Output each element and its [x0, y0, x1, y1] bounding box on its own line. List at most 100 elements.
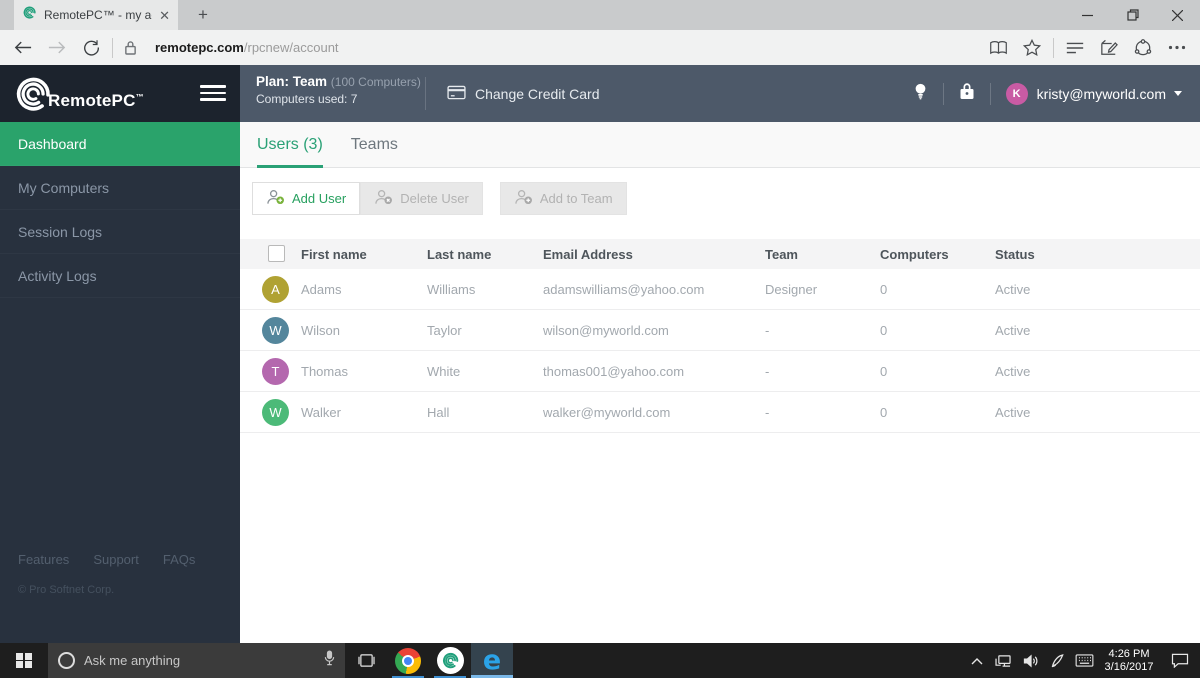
security-lock-icon[interactable]: [959, 82, 975, 105]
more-options-icon[interactable]: [1160, 33, 1194, 63]
account-email[interactable]: kristy@myworld.com: [1037, 86, 1166, 102]
url-field[interactable]: remotepc.com/rpcnew/account: [155, 40, 981, 55]
windows-logo-icon: [16, 652, 32, 669]
users-table: First name Last name Email Address Team Comp…: [240, 239, 1200, 433]
footer-link-faqs[interactable]: FAQs: [163, 552, 196, 567]
sidebar-item-session-logs[interactable]: Session Logs: [0, 210, 240, 254]
taskbar-clock[interactable]: 4:26 PM 3/16/2017: [1098, 647, 1160, 674]
search-placeholder: Ask me anything: [84, 653, 181, 668]
cell-computers: 0: [880, 282, 888, 297]
cell-last: Taylor: [427, 323, 462, 338]
sidebar-footer-links: Features Support FAQs: [18, 552, 195, 567]
microphone-icon[interactable]: [324, 650, 335, 671]
sidebar-item-my-computers[interactable]: My Computers: [0, 166, 240, 210]
screen: RemotePC™ - my accou ✕ +: [0, 0, 1200, 678]
logo-text: RemotePC™: [48, 90, 144, 110]
cell-computers: 0: [880, 405, 888, 420]
lock-icon: [117, 33, 143, 63]
url-path: /rpcnew/account: [243, 40, 339, 55]
chrome-taskbar-icon[interactable]: [387, 643, 429, 678]
column-header: Status: [995, 247, 1035, 262]
share-icon[interactable]: [1126, 33, 1160, 63]
remotepc-taskbar-icon[interactable]: [429, 643, 471, 678]
column-header: Team: [765, 247, 798, 262]
app-header: RemotePC™ Plan: Team (100 Computers) Com…: [0, 65, 1200, 122]
favorites-star-icon[interactable]: [1015, 33, 1049, 63]
plan-detail: (100 Computers): [330, 75, 421, 89]
main-content: Users (3) Teams Add User Delete User Add …: [240, 122, 1200, 643]
sidebar-item-dashboard[interactable]: Dashboard: [0, 122, 240, 166]
cell-first: Thomas: [301, 364, 348, 379]
cell-team: Designer: [765, 282, 818, 297]
reading-view-icon[interactable]: [981, 33, 1015, 63]
column-header: Computers: [880, 247, 949, 262]
restore-button[interactable]: [1110, 0, 1155, 30]
add-user-icon: [266, 189, 285, 208]
hub-icon[interactable]: [1058, 33, 1092, 63]
sidebar-item-activity-logs[interactable]: Activity Logs: [0, 254, 240, 298]
cell-last: Hall: [427, 405, 450, 420]
cell-last: White: [427, 364, 461, 379]
task-view-button[interactable]: [345, 643, 387, 678]
copyright: © Pro Softnet Corp.: [18, 584, 115, 596]
touch-keyboard-icon[interactable]: [1071, 643, 1098, 678]
minimize-button[interactable]: [1065, 0, 1110, 30]
table-row[interactable]: W Wilson Taylor wilson@myworld.com - 0 Active: [240, 310, 1200, 351]
cell-computers: 0: [880, 364, 888, 379]
credit-card-icon: [447, 85, 466, 103]
clock-time: 4:26 PM: [1108, 648, 1150, 660]
volume-icon[interactable]: [1017, 643, 1044, 678]
cell-team: -: [765, 405, 770, 420]
tab-title: RemotePC™ - my accou: [44, 8, 152, 22]
column-header: First name: [301, 247, 367, 262]
start-button[interactable]: [0, 643, 48, 678]
new-tab-button[interactable]: +: [186, 0, 220, 30]
table-row[interactable]: A Adams Williams adamswilliams@yahoo.com Des…: [240, 269, 1200, 310]
menu-hamburger-icon[interactable]: [200, 83, 226, 103]
table-row[interactable]: T Thomas White thomas001@yahoo.com - 0 Active: [240, 351, 1200, 392]
cell-status: Active: [995, 323, 1031, 338]
divider: [112, 37, 113, 58]
remotepc-logo: RemotePC™: [12, 73, 144, 115]
action-center-icon[interactable]: [1160, 643, 1200, 678]
cell-email: walker@myworld.com: [543, 405, 671, 420]
plan-label: Plan: Team: [256, 74, 328, 89]
close-window-button[interactable]: [1155, 0, 1200, 30]
tab-teams[interactable]: Teams: [351, 122, 398, 168]
sidebar-nav: Dashboard My Computers Session Logs Activit…: [0, 122, 240, 298]
select-all-checkbox[interactable]: [268, 245, 285, 262]
tab-users[interactable]: Users (3): [257, 122, 323, 168]
cell-email: thomas001@yahoo.com: [543, 364, 685, 379]
cell-last: Williams: [427, 282, 476, 297]
table-body: A Adams Williams adamswilliams@yahoo.com Des…: [240, 269, 1200, 433]
pen-icon[interactable]: [1044, 643, 1071, 678]
browser-tab[interactable]: RemotePC™ - my accou ✕: [14, 0, 178, 30]
tray-chevron-up-icon[interactable]: [963, 643, 990, 678]
toolbar: Add User Delete User Add to Team: [252, 182, 627, 215]
web-note-icon[interactable]: [1092, 33, 1126, 63]
logo-block: RemotePC™: [0, 65, 240, 122]
chevron-down-icon[interactable]: [1174, 91, 1182, 96]
forward-icon[interactable]: [40, 33, 74, 63]
refresh-icon[interactable]: [74, 33, 108, 63]
add-user-button[interactable]: Add User: [252, 182, 361, 215]
cortana-icon: [58, 652, 75, 669]
footer-link-support[interactable]: Support: [93, 552, 139, 567]
network-icon[interactable]: [990, 643, 1017, 678]
footer-link-features[interactable]: Features: [18, 552, 69, 567]
change-credit-card-button[interactable]: Change Credit Card: [447, 65, 600, 122]
table-row[interactable]: W Walker Hall walker@myworld.com - 0 Active: [240, 392, 1200, 433]
add-to-team-button[interactable]: Add to Team: [499, 182, 627, 215]
edge-taskbar-icon[interactable]: e: [471, 643, 513, 678]
system-tray: 4:26 PM 3/16/2017: [963, 643, 1200, 678]
sidebar: Dashboard My Computers Session Logs Activit…: [0, 122, 240, 643]
tab-close-icon[interactable]: ✕: [159, 9, 170, 22]
add-to-team-icon: [514, 189, 533, 208]
back-icon[interactable]: [6, 33, 40, 63]
cell-email: adamswilliams@yahoo.com: [543, 282, 705, 297]
divider: [942, 82, 944, 105]
lightbulb-icon[interactable]: [913, 82, 928, 106]
delete-user-button[interactable]: Delete User: [360, 182, 483, 215]
content-tabs: Users (3) Teams: [240, 122, 1200, 168]
cortana-search[interactable]: Ask me anything: [48, 643, 345, 678]
